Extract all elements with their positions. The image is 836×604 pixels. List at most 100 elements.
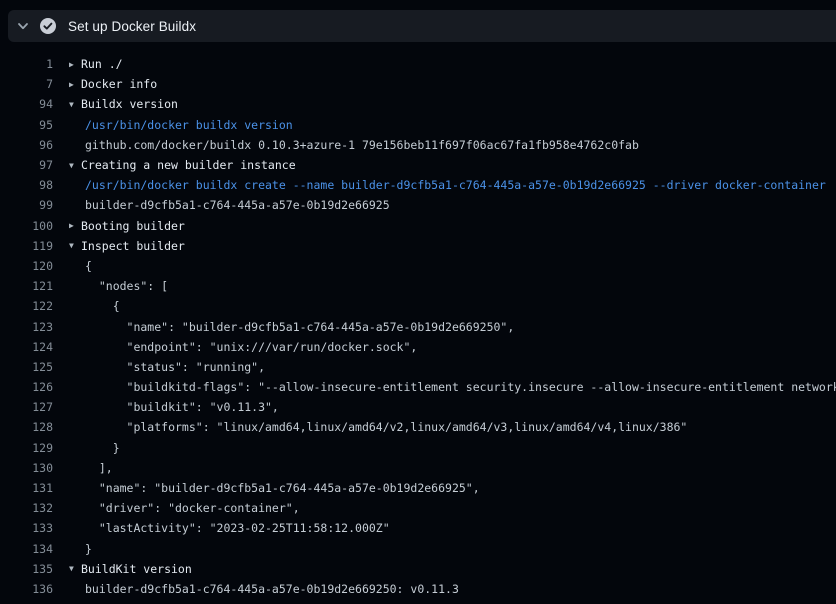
- log-line-content: /usr/bin/docker buildx version: [69, 118, 836, 132]
- log-line[interactable]: 1 ▶ Run ./: [0, 54, 836, 74]
- log-line-content: {: [69, 259, 836, 273]
- log-line[interactable]: 100 ▶ Booting builder: [0, 216, 836, 236]
- chevron-down-icon: [16, 19, 30, 33]
- log-line-content: ▶ Run ./: [69, 57, 836, 71]
- log-line: 136 builder-d9cfb5a1-c764-445a-a57e-0b19…: [0, 579, 836, 599]
- check-circle-icon: [39, 17, 57, 35]
- log-text: "status": "running",: [85, 360, 265, 374]
- line-number[interactable]: 119: [0, 239, 53, 253]
- log-text: Buildx version: [81, 97, 178, 111]
- log-line[interactable]: 7 ▶ Docker info: [0, 74, 836, 94]
- log-line: 98 /usr/bin/docker buildx create --name …: [0, 175, 836, 195]
- line-number[interactable]: 122: [0, 299, 53, 313]
- log-line: 129 }: [0, 438, 836, 458]
- log-text: builder-d9cfb5a1-c764-445a-a57e-0b19d2e6…: [85, 582, 459, 596]
- log-line: 128 "platforms": "linux/amd64,linux/amd6…: [0, 417, 836, 437]
- log-line[interactable]: 119 ▼ Inspect builder: [0, 236, 836, 256]
- group-toggle-icon: ▼: [69, 161, 81, 170]
- log-line-content: "buildkitd-flags": "--allow-insecure-ent…: [69, 380, 836, 394]
- line-number[interactable]: 99: [0, 198, 53, 212]
- log-text: "name": "builder-d9cfb5a1-c764-445a-a57e…: [85, 320, 514, 334]
- log-line: 123 "name": "builder-d9cfb5a1-c764-445a-…: [0, 316, 836, 336]
- log-line: 122 {: [0, 296, 836, 316]
- log-line-content: }: [69, 441, 836, 455]
- line-number[interactable]: 130: [0, 461, 53, 475]
- line-number[interactable]: 120: [0, 259, 53, 273]
- line-number[interactable]: 129: [0, 441, 53, 455]
- line-number[interactable]: 121: [0, 279, 53, 293]
- log-line-content: ▼ Creating a new builder instance: [69, 158, 836, 172]
- log-line: 126 "buildkitd-flags": "--allow-insecure…: [0, 377, 836, 397]
- log-line[interactable]: 97 ▼ Creating a new builder instance: [0, 155, 836, 175]
- line-number[interactable]: 127: [0, 400, 53, 414]
- group-toggle-icon: ▶: [69, 80, 81, 89]
- line-number[interactable]: 123: [0, 320, 53, 334]
- line-number[interactable]: 97: [0, 158, 53, 172]
- log-text: }: [85, 542, 92, 556]
- log-line-content: ▼ Inspect builder: [69, 239, 836, 253]
- group-toggle-icon: ▶: [69, 221, 81, 230]
- log-text: ],: [85, 461, 113, 475]
- line-number[interactable]: 94: [0, 97, 53, 111]
- log-text: Docker info: [81, 77, 157, 91]
- log-line: 134 }: [0, 539, 836, 559]
- log-line[interactable]: 94 ▼ Buildx version: [0, 94, 836, 114]
- line-number[interactable]: 98: [0, 178, 53, 192]
- log-line: 121 "nodes": [: [0, 276, 836, 296]
- group-toggle-icon: ▼: [69, 100, 81, 109]
- log-text: Run ./: [81, 57, 123, 71]
- group-toggle-icon: ▶: [69, 60, 81, 69]
- log-line: 95 /usr/bin/docker buildx version: [0, 115, 836, 135]
- log-line-content: "driver": "docker-container",: [69, 501, 836, 515]
- log-text: "nodes": [: [85, 279, 168, 293]
- log-line-content: "buildkit": "v0.11.3",: [69, 400, 836, 414]
- log-text: }: [85, 441, 120, 455]
- log-text: "buildkitd-flags": "--allow-insecure-ent…: [85, 380, 836, 394]
- line-number[interactable]: 7: [0, 77, 53, 91]
- step-title: Set up Docker Buildx: [68, 19, 196, 34]
- line-number[interactable]: 128: [0, 420, 53, 434]
- log-line: 132 "driver": "docker-container",: [0, 498, 836, 518]
- log-line: 96 github.com/docker/buildx 0.10.3+azure…: [0, 135, 836, 155]
- line-number[interactable]: 100: [0, 219, 53, 233]
- line-number[interactable]: 1: [0, 57, 53, 71]
- line-number[interactable]: 124: [0, 340, 53, 354]
- log-line: 99 builder-d9cfb5a1-c764-445a-a57e-0b19d…: [0, 195, 836, 215]
- log-line[interactable]: 135 ▼ BuildKit version: [0, 559, 836, 579]
- log-line-content: ▼ BuildKit version: [69, 562, 836, 576]
- line-number[interactable]: 133: [0, 521, 53, 535]
- log-text: {: [85, 259, 92, 273]
- log-lines: 1 ▶ Run ./ 7 ▶ Docker info 94 ▼ Buildx v…: [0, 54, 836, 599]
- log-line-content: ],: [69, 461, 836, 475]
- log-text: /usr/bin/docker buildx create --name bui…: [85, 178, 826, 192]
- line-number[interactable]: 95: [0, 118, 53, 132]
- log-text: /usr/bin/docker buildx version: [85, 118, 293, 132]
- log-line-content: "name": "builder-d9cfb5a1-c764-445a-a57e…: [69, 481, 836, 495]
- log-line: 133 "lastActivity": "2023-02-25T11:58:12…: [0, 518, 836, 538]
- log-line-content: "endpoint": "unix:///var/run/docker.sock…: [69, 340, 836, 354]
- step-header[interactable]: Set up Docker Buildx: [8, 10, 836, 42]
- log-line-content: "name": "builder-d9cfb5a1-c764-445a-a57e…: [69, 320, 836, 334]
- line-number[interactable]: 126: [0, 380, 53, 394]
- log-line: 130 ],: [0, 458, 836, 478]
- log-line: 131 "name": "builder-d9cfb5a1-c764-445a-…: [0, 478, 836, 498]
- log-line-content: }: [69, 542, 836, 556]
- log-text: github.com/docker/buildx 0.10.3+azure-1 …: [85, 138, 639, 152]
- line-number[interactable]: 96: [0, 138, 53, 152]
- line-number[interactable]: 131: [0, 481, 53, 495]
- log-text: {: [85, 299, 120, 313]
- log-text: "lastActivity": "2023-02-25T11:58:12.000…: [85, 521, 390, 535]
- line-number[interactable]: 125: [0, 360, 53, 374]
- line-number[interactable]: 135: [0, 562, 53, 576]
- line-number[interactable]: 136: [0, 582, 53, 596]
- log-text: Creating a new builder instance: [81, 158, 296, 172]
- log-line-content: github.com/docker/buildx 0.10.3+azure-1 …: [69, 138, 836, 152]
- log-line-content: builder-d9cfb5a1-c764-445a-a57e-0b19d2e6…: [69, 198, 836, 212]
- log-line-content: "platforms": "linux/amd64,linux/amd64/v2…: [69, 420, 836, 434]
- log-line: 127 "buildkit": "v0.11.3",: [0, 397, 836, 417]
- log-line-content: ▶ Booting builder: [69, 219, 836, 233]
- log-line-content: "status": "running",: [69, 360, 836, 374]
- line-number[interactable]: 134: [0, 542, 53, 556]
- line-number[interactable]: 132: [0, 501, 53, 515]
- log-line: 120 {: [0, 256, 836, 276]
